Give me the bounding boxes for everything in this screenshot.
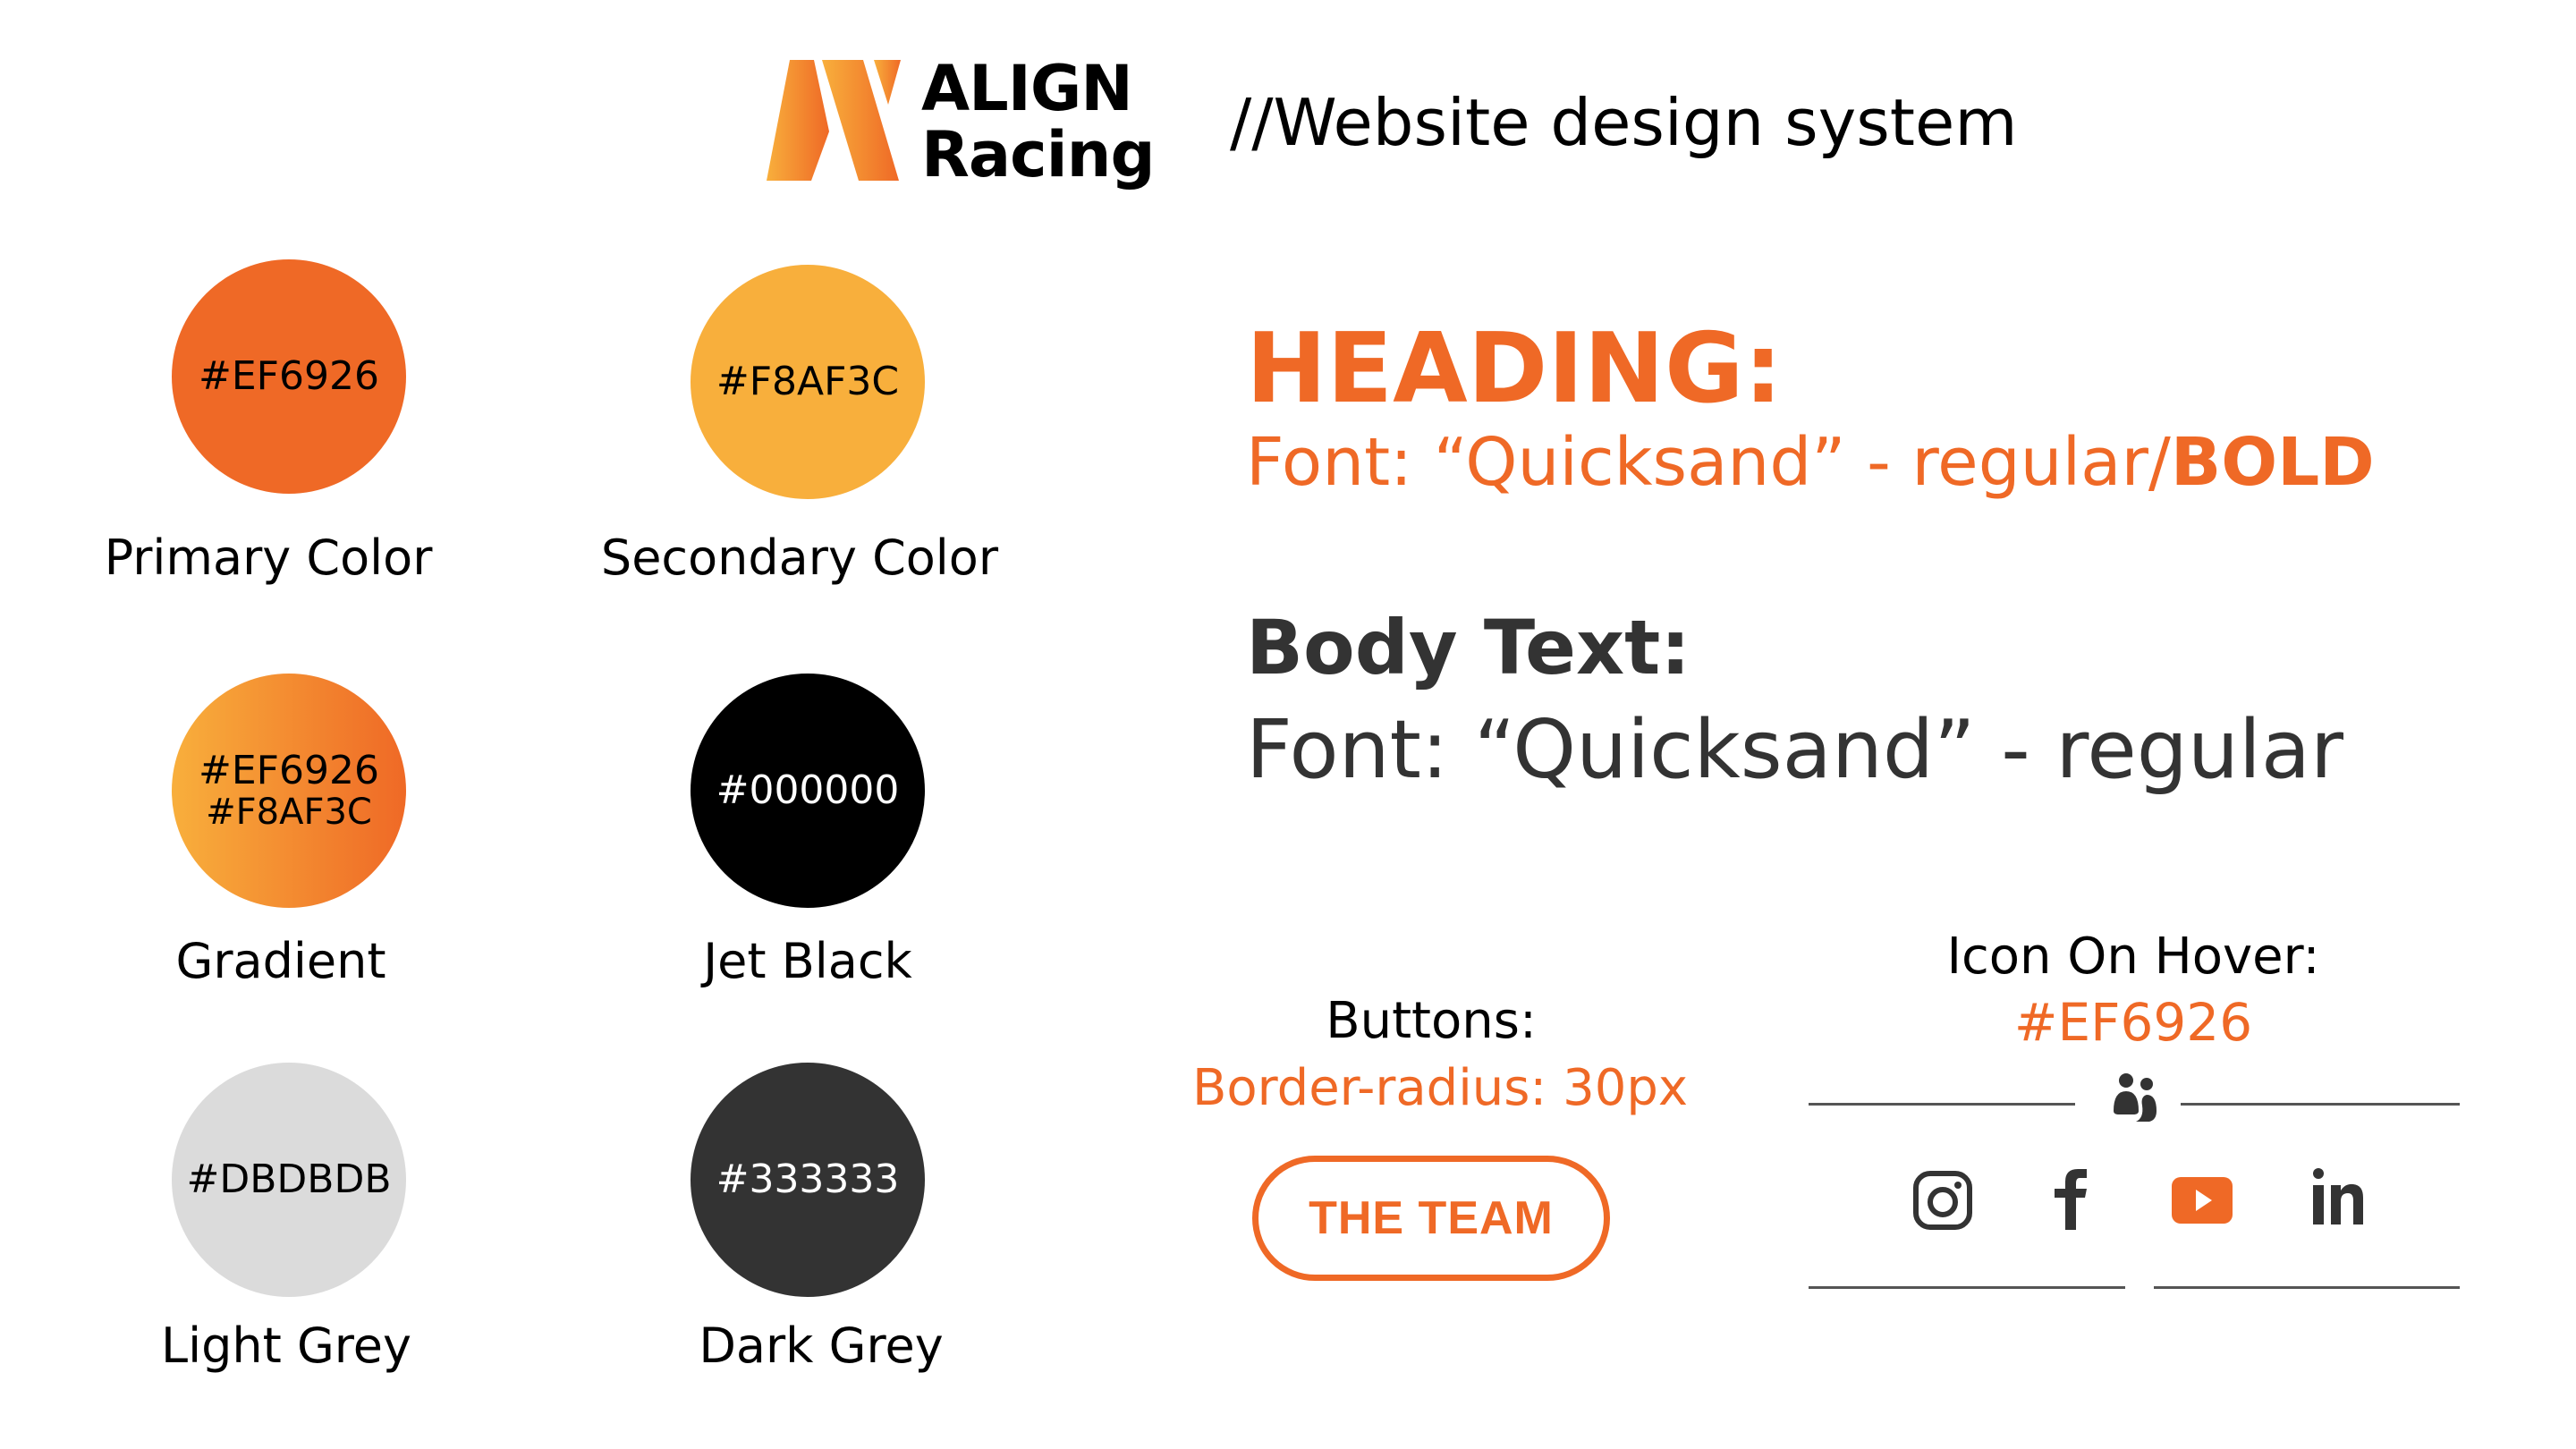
divider-top-left [1809,1103,2075,1106]
divider-top-right [2181,1103,2460,1106]
swatch-gradient: #EF6926 #F8AF3C [172,674,406,908]
buttons-label: Buttons: [1326,992,1537,1050]
swatch-primary: #EF6926 [172,259,406,494]
swatch-label-jet-black: Jet Black [703,933,912,989]
heading-sample-title: HEADING: [1246,313,1783,425]
logo-text: ALIGN Racing [921,52,1156,191]
youtube-icon [2172,1177,2233,1224]
swatch-label-primary: Primary Color [104,530,433,586]
linkedin-icon [2313,1168,2363,1224]
instagram-icon [1913,1171,1972,1230]
logo-line-2: Racing [921,118,1156,191]
facebook-icon [2055,1169,2087,1230]
divider-bottom-right [2154,1286,2460,1289]
swatch-dark-grey: #333333 [691,1063,925,1297]
swatch-label-secondary: Secondary Color [600,530,999,586]
align-racing-logo: ALIGN Racing [765,55,1158,190]
instagram-link[interactable] [1907,1165,1979,1236]
heading-font-bold: BOLD [2170,424,2375,501]
linkedin-link[interactable] [2302,1161,2374,1233]
icon-hover-label: Icon On Hover: [1946,928,2320,986]
swatch-hex-2: #F8AF3C [206,792,372,833]
swatch-hex: #333333 [716,1157,900,1202]
swatch-secondary: #F8AF3C [691,265,925,499]
heading-font-regular: Font: “Quicksand” - regular/ [1246,424,2171,501]
the-team-button[interactable]: THE TEAM [1252,1156,1610,1281]
youtube-link[interactable] [2166,1165,2238,1236]
swatch-hex: #EF6926 [199,353,379,399]
swatch-label-gradient: Gradient [175,933,386,989]
swatch-label-dark-grey: Dark Grey [699,1318,944,1374]
logo-mark-icon [767,60,901,181]
swatch-light-grey: #DBDBDB [172,1063,406,1297]
facebook-link[interactable] [2038,1163,2109,1234]
swatch-label-light-grey: Light Grey [161,1318,411,1374]
page-title: //Website design system [1230,85,2018,160]
swatch-hex: #DBDBDB [186,1157,392,1202]
swatch-hex: #000000 [716,767,900,813]
swatch-hex: #EF6926 [199,748,379,793]
body-sample-title: Body Text: [1246,604,1690,691]
people-icon [2114,1073,2157,1122]
body-font-description: Font: “Quicksand” - regular [1246,703,2344,797]
icon-hover-color: #EF6926 [2013,992,2253,1053]
swatch-hex: #F8AF3C [716,359,900,404]
swatch-jet-black: #000000 [691,674,925,908]
buttons-border-radius-note: Border-radius: 30px [1191,1059,1689,1117]
divider-bottom-left [1809,1286,2125,1289]
logo-line-1: ALIGN [921,52,1133,125]
heading-font-description: Font: “Quicksand” - regular/BOLD [1246,422,2375,503]
